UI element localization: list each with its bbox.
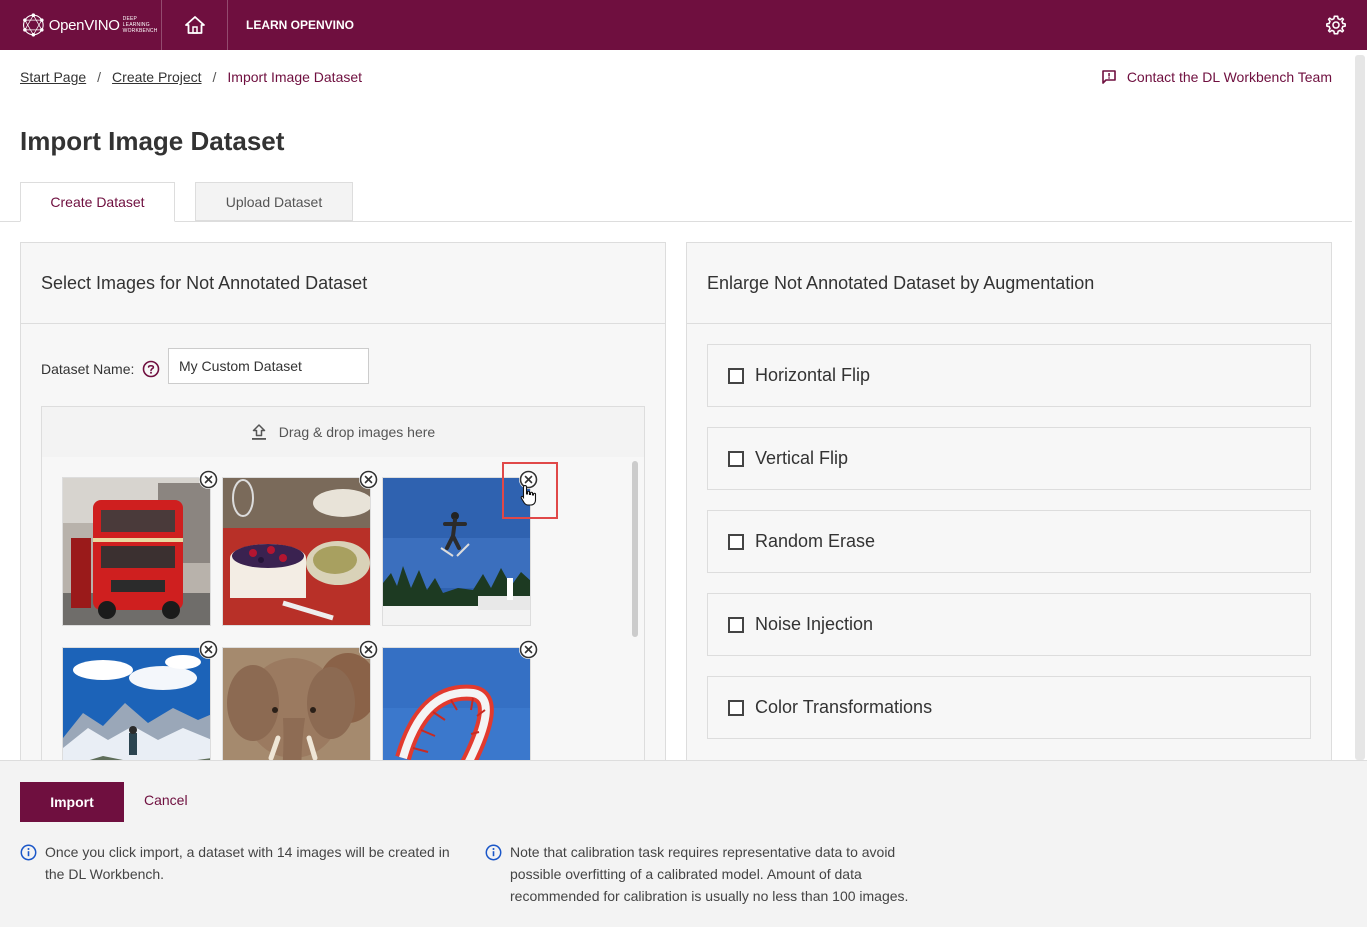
page-scrollbar[interactable] (1355, 55, 1365, 760)
augmentation-panel: Enlarge Not Annotated Dataset by Augment… (686, 242, 1332, 762)
kite-image (383, 648, 530, 766)
breadcrumb-create-project[interactable]: Create Project (112, 69, 201, 85)
dataset-name-input[interactable] (168, 348, 369, 384)
learn-openvino-link[interactable]: LEARN OPENVINO (246, 18, 354, 32)
footer-bar: Import Cancel Once you click import, a d… (0, 760, 1367, 927)
noise-injection-checkbox[interactable] (728, 616, 744, 633)
remove-image-button-4[interactable] (199, 640, 218, 659)
image-thumb-bus (62, 477, 211, 626)
logo-sub-line-1: DEEP LEARNING (122, 16, 150, 28)
info-icon (20, 844, 37, 861)
remove-image-button-1[interactable] (199, 470, 218, 489)
select-images-title: Select Images for Not Annotated Dataset (21, 243, 665, 324)
info-message-images: Once you click import, a dataset with 14… (20, 841, 460, 885)
close-circle-icon (519, 640, 538, 659)
elephant-image (223, 648, 370, 766)
help-icon[interactable] (142, 360, 160, 378)
image-thumb-elephant (222, 647, 371, 766)
remove-image-button-5[interactable] (359, 640, 378, 659)
image-grid-scrollbar[interactable] (632, 461, 638, 637)
color-transformations-label: Color Transformations (755, 697, 933, 717)
info-icon (485, 844, 502, 861)
drop-label: Drag & drop images here (278, 424, 436, 440)
dataset-name-label: Dataset Name: (41, 361, 135, 377)
horizontal-flip-label: Horizontal Flip (755, 365, 871, 385)
settings-gear-icon[interactable] (1325, 14, 1347, 36)
bus-image (63, 478, 210, 625)
page-title: Import Image Dataset (20, 126, 285, 156)
image-thumb-mountain (62, 647, 211, 766)
random-erase-label: Random Erase (755, 531, 876, 551)
vertical-flip-label: Vertical Flip (755, 448, 849, 468)
close-circle-icon (199, 640, 218, 659)
info-message-calibration: Note that calibration task requires repr… (485, 841, 915, 907)
breadcrumb-current: Import Image Dataset (227, 69, 363, 85)
upload-icon (251, 424, 266, 440)
horizontal-flip-checkbox[interactable] (728, 367, 744, 384)
augmentation-title: Enlarge Not Annotated Dataset by Augment… (687, 243, 1331, 324)
info-text-calibration: Note that calibration task requires repr… (510, 844, 909, 904)
contact-label: Contact the DL Workbench Team (1126, 69, 1332, 85)
option-noise-injection[interactable]: Noise Injection (707, 593, 1311, 656)
tab-bar: Create Dataset Upload Dataset (0, 182, 1352, 222)
tab-create-dataset[interactable]: Create Dataset (20, 182, 175, 222)
drag-drop-zone[interactable]: Drag & drop images here (41, 406, 645, 458)
close-circle-icon (359, 640, 378, 659)
remove-image-button-6[interactable] (519, 640, 538, 659)
logo-sub-line-2: WORKBENCH (122, 28, 158, 34)
dataset-name-label-row: Dataset Name: (41, 360, 160, 378)
logo-text: OpenVINO (48, 16, 120, 34)
breadcrumb-separator: / (97, 69, 102, 85)
import-button[interactable]: Import (20, 782, 124, 822)
openvino-logo-icon (23, 13, 44, 37)
select-images-panel: Select Images for Not Annotated Dataset … (20, 242, 666, 767)
openvino-logo[interactable]: OpenVINO DEEP LEARNING WORKBENCH (0, 0, 162, 50)
feedback-icon (1102, 70, 1116, 84)
option-color-transformations[interactable]: Color Transformations (707, 676, 1311, 739)
vertical-flip-checkbox[interactable] (728, 450, 744, 467)
breadcrumb-separator: / (212, 69, 217, 85)
remove-image-button-2[interactable] (359, 470, 378, 489)
cake-image (223, 478, 370, 625)
logo-subtitle: DEEP LEARNING WORKBENCH (123, 16, 161, 34)
close-circle-icon (359, 470, 378, 489)
option-vertical-flip[interactable]: Vertical Flip (707, 427, 1311, 490)
highlight-box (502, 462, 558, 519)
color-transformations-checkbox[interactable] (728, 699, 744, 716)
contact-team-link[interactable]: Contact the DL Workbench Team (1101, 69, 1332, 85)
hand-cursor-icon (520, 484, 537, 506)
top-navbar: OpenVINO DEEP LEARNING WORKBENCH LEARN O… (0, 0, 1367, 50)
home-icon (184, 16, 205, 34)
mountain-image (63, 648, 210, 766)
random-erase-checkbox[interactable] (728, 533, 744, 550)
close-circle-icon (199, 470, 218, 489)
breadcrumb: Start Page / Create Project / Import Ima… (20, 69, 362, 85)
image-thumb-cake (222, 477, 371, 626)
noise-injection-label: Noise Injection (755, 614, 874, 634)
breadcrumb-start-page[interactable]: Start Page (20, 69, 86, 85)
image-thumb-kite (382, 647, 531, 766)
option-random-erase[interactable]: Random Erase (707, 510, 1311, 573)
option-horizontal-flip[interactable]: Horizontal Flip (707, 344, 1311, 407)
cancel-button[interactable]: Cancel (144, 792, 188, 808)
info-text-images: Once you click import, a dataset with 14… (45, 844, 450, 882)
tab-upload-dataset[interactable]: Upload Dataset (195, 182, 353, 221)
home-button[interactable] (162, 0, 228, 50)
